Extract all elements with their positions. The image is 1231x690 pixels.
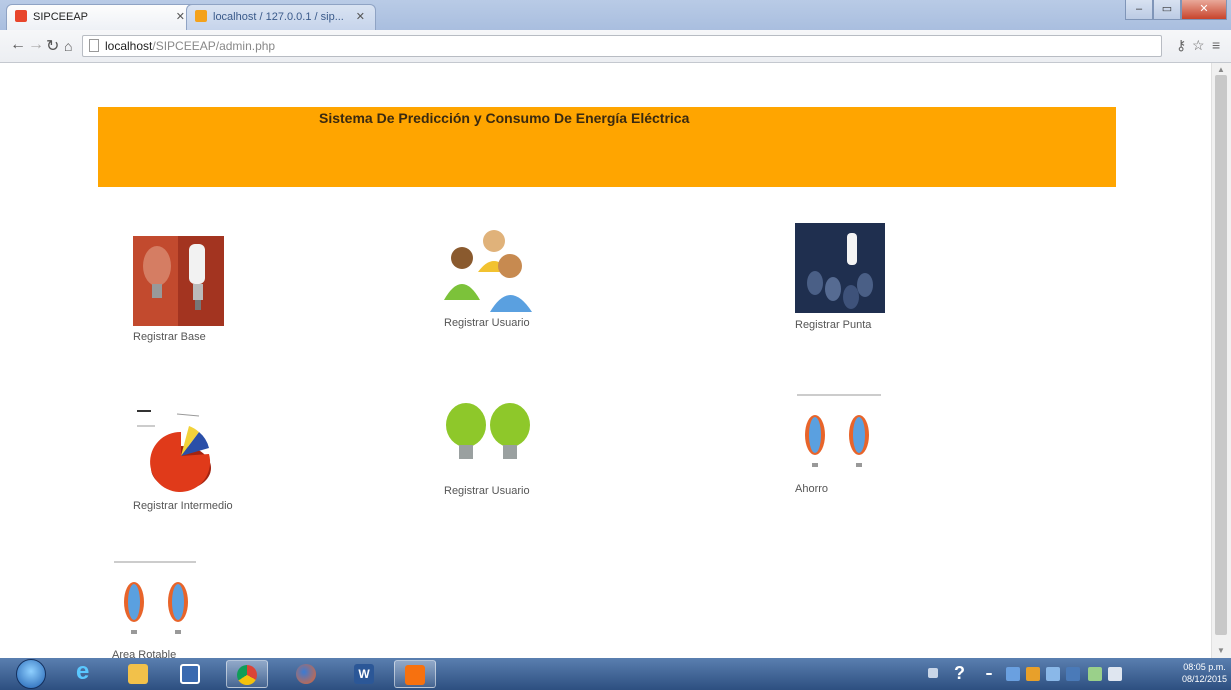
item-label: Registrar Punta: [795, 319, 872, 331]
vertical-scrollbar[interactable]: ▲ ▼: [1211, 63, 1231, 658]
windows-taskbar: e W ? 08:05 p.m. 08/12/2015: [0, 658, 1231, 690]
keyboard-icon[interactable]: [928, 668, 938, 678]
bulbs-crowd-photo-icon: [795, 223, 885, 313]
tray-app-icon[interactable]: [1088, 667, 1102, 681]
taskbar-explorer[interactable]: [118, 660, 160, 688]
item-label: Area Rotable: [112, 649, 177, 658]
back-arrow-icon[interactable]: ←: [10, 36, 26, 54]
clock-time: 08:05 p.m.: [1183, 662, 1226, 672]
bulbs-photo-icon: [133, 236, 224, 326]
maximize-button[interactable]: ▭: [1153, 0, 1181, 20]
close-window-button[interactable]: ✕: [1181, 0, 1227, 20]
forward-arrow-icon[interactable]: →: [28, 36, 44, 54]
users-group-icon: [444, 230, 532, 312]
browser-tab-active[interactable]: SIPCEEAP ✕: [6, 4, 196, 30]
registrar-usuario-link[interactable]: Registrar Usuario: [444, 228, 536, 329]
ahorro-link[interactable]: Ahorro: [795, 391, 885, 495]
word-icon: W: [354, 664, 374, 684]
folder-icon: [128, 664, 148, 684]
taskbar-word[interactable]: W: [344, 660, 386, 688]
xampp-icon: [405, 665, 425, 685]
clock[interactable]: 08:05 p.m. 08/12/2015: [1182, 661, 1227, 685]
tray-app-icon[interactable]: [1066, 667, 1080, 681]
internet-explorer-icon: e: [76, 658, 90, 685]
pie-chart-icon: [137, 410, 211, 492]
address-bar[interactable]: localhost/SIPCEEAP/admin.php: [82, 35, 1162, 57]
help-icon[interactable]: ?: [954, 663, 965, 684]
item-label: Ahorro: [795, 483, 829, 495]
bookmark-star-icon[interactable]: ☆: [1192, 37, 1205, 54]
taskbar-ie[interactable]: e: [66, 658, 108, 688]
show-hidden-icon[interactable]: [986, 673, 992, 675]
tab-title: SIPCEEAP: [33, 11, 89, 23]
close-tab-icon[interactable]: ✕: [176, 10, 185, 23]
key-icon[interactable]: ⚷: [1176, 37, 1186, 54]
energy-chart-icon: [797, 394, 881, 467]
page-title: Sistema De Predicción y Consumo De Energ…: [319, 110, 690, 126]
tray-app-icon[interactable]: [1026, 667, 1040, 681]
registrar-intermedio-link[interactable]: Registrar Intermedio: [133, 408, 233, 512]
green-bulbs-icon: [446, 403, 530, 459]
site-favicon-icon: [195, 10, 207, 22]
scroll-up-icon[interactable]: ▲: [1217, 65, 1225, 74]
registrar-base-link[interactable]: Registrar Base: [133, 236, 224, 343]
close-tab-icon[interactable]: ✕: [356, 10, 365, 23]
browser-toolbar: ← → ↻ ⌂ localhost/SIPCEEAP/admin.php ⚷ ☆…: [0, 30, 1231, 63]
registrar-punta-link[interactable]: Registrar Punta: [795, 223, 885, 331]
minimize-button[interactable]: –: [1125, 0, 1153, 20]
header-banner: Sistema De Predicción y Consumo De Energ…: [98, 107, 1116, 187]
taskbar-media[interactable]: [170, 660, 212, 688]
browser-tab-strip: SIPCEEAP ✕ localhost / 127.0.0.1 / sip..…: [0, 0, 1231, 30]
reload-icon[interactable]: ↻: [46, 36, 59, 56]
clock-date: 08/12/2015: [1181, 674, 1227, 684]
tray-app-icon[interactable]: [1046, 667, 1060, 681]
taskbar-xampp[interactable]: [394, 660, 436, 688]
energy-chart-icon: [114, 561, 196, 634]
home-icon[interactable]: ⌂: [64, 38, 72, 54]
address-url: localhost/SIPCEEAP/admin.php: [105, 39, 276, 53]
item-label: Registrar Base: [133, 331, 206, 343]
start-button[interactable]: [16, 659, 46, 689]
site-favicon-icon: [15, 10, 27, 22]
media-player-icon: [180, 664, 200, 684]
browser-tab[interactable]: localhost / 127.0.0.1 / sip... ✕: [186, 4, 376, 30]
network-icon[interactable]: [1006, 667, 1020, 681]
area-rotable-link[interactable]: Area Rotable: [112, 558, 202, 658]
taskbar-chrome[interactable]: [226, 660, 268, 688]
taskbar-firefox[interactable]: [286, 660, 328, 688]
scrollbar-thumb[interactable]: [1215, 75, 1227, 635]
chrome-icon: [237, 665, 257, 685]
item-label: Registrar Usuario: [444, 485, 530, 497]
menu-icon[interactable]: ≡: [1212, 37, 1220, 53]
page-icon: [89, 39, 99, 52]
firefox-icon: [296, 664, 316, 684]
tab-title: localhost / 127.0.0.1 / sip...: [213, 11, 344, 23]
item-label: Registrar Intermedio: [133, 500, 233, 512]
volume-icon[interactable]: [1108, 667, 1122, 681]
scroll-down-icon[interactable]: ▼: [1217, 646, 1225, 655]
system-tray: ? 08:05 p.m. 08/12/2015: [928, 658, 1231, 690]
registrar-usuario-bulbs-link[interactable]: Registrar Usuario: [444, 401, 534, 497]
item-label: Registrar Usuario: [444, 317, 530, 329]
window-controls: – ▭ ✕: [1125, 0, 1227, 22]
page-viewport: Sistema De Predicción y Consumo De Energ…: [0, 63, 1211, 658]
